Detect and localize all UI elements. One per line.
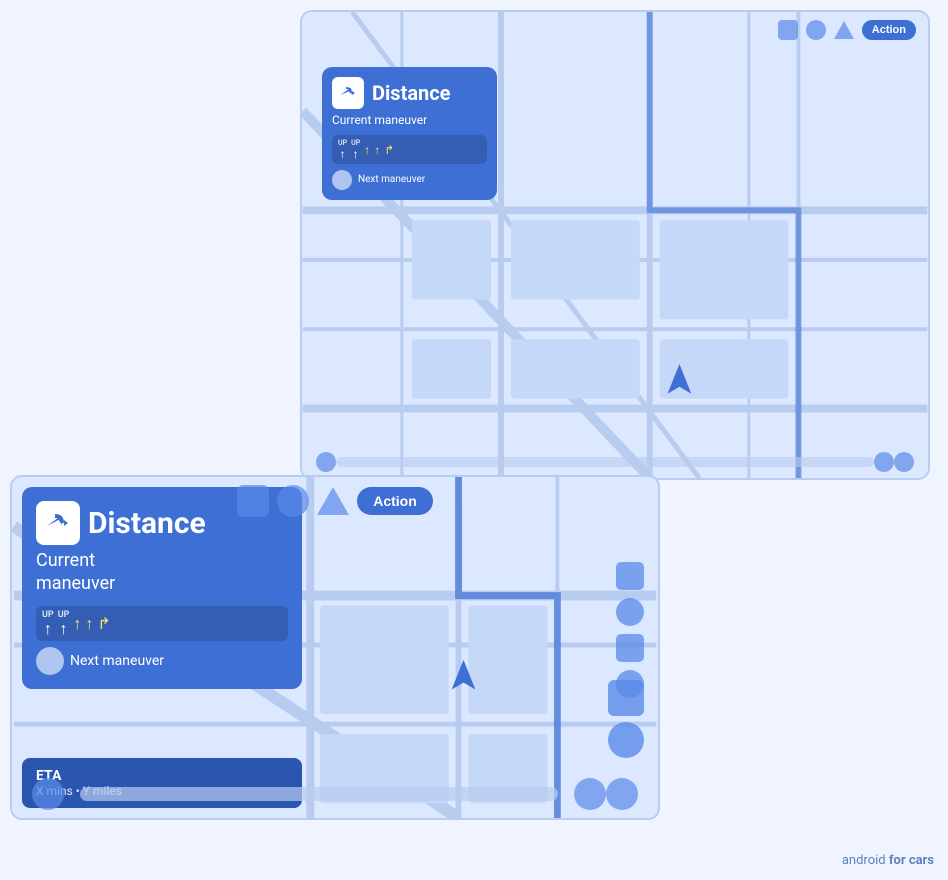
bottom-bar-large xyxy=(12,770,658,818)
next-maneuver-row-large: Next maneuver xyxy=(36,647,288,675)
lane-arrow-2-small: ↑ xyxy=(353,148,359,160)
next-maneuver-row-small: Next maneuver xyxy=(332,170,487,190)
lane-arrow-3-large: ↑ xyxy=(73,616,81,632)
bottom-bar-pill-large xyxy=(80,787,558,801)
bottom-bar-pill-small xyxy=(336,457,874,467)
watermark: android for cars xyxy=(842,853,934,868)
right-square-icon-2[interactable] xyxy=(616,634,644,662)
lane-arrow-2-large: ↑ xyxy=(60,621,68,637)
lane-arrow-5-small: ↱ xyxy=(384,144,394,156)
small-screen-action-button[interactable]: Action xyxy=(862,20,916,40)
lane-4-small: ↑ xyxy=(374,143,380,156)
lane-arrow-3-small: ↑ xyxy=(364,144,370,156)
lanes-row-large: UP ↑ UP ↑ ↑ ↑ ↱ xyxy=(36,606,288,641)
large-screen: Action Distance Currentmaneuver UP ↑ UP … xyxy=(10,475,660,820)
lane-3-small: ↑ xyxy=(364,143,370,156)
large-screen-action-button[interactable]: Action xyxy=(357,487,433,515)
bottom-bar-small xyxy=(302,446,928,478)
lane-label-1-small: UP xyxy=(338,139,347,147)
lane-arrow-1-large: ↑ xyxy=(44,621,52,637)
right-circle-icon-1[interactable] xyxy=(616,598,644,626)
bottom-circle-1-small[interactable] xyxy=(316,452,336,472)
lanes-row-small: UP ↑ UP ↑ ↑ ↑ ↱ xyxy=(332,135,487,164)
distance-row-small: Distance xyxy=(332,77,487,109)
bottom-circle-2-small[interactable] xyxy=(874,452,894,472)
small-screen-square-icon[interactable] xyxy=(778,20,798,40)
watermark-text-bold: for cars xyxy=(889,853,934,868)
maneuver-text-large: Currentmaneuver xyxy=(36,549,288,596)
lane-3-large: ↑ xyxy=(73,615,81,632)
next-maneuver-text-large: Next maneuver xyxy=(70,653,164,669)
lane-1-small: UP ↑ xyxy=(338,139,347,160)
maneuver-text-small: Current maneuver xyxy=(332,113,487,129)
next-maneuver-text-small: Next maneuver xyxy=(358,174,425,185)
lane-arrow-5-large: ↱ xyxy=(97,616,110,632)
turn-icon-small xyxy=(332,77,364,109)
mini-circle-icon[interactable] xyxy=(608,722,644,758)
lane-arrow-1-small: ↑ xyxy=(340,148,346,160)
bottom-right-mini-icons xyxy=(608,680,644,758)
small-screen-circle-icon[interactable] xyxy=(806,20,826,40)
next-maneuver-dot-large xyxy=(36,647,64,675)
large-screen-circle-icon[interactable] xyxy=(277,485,309,517)
next-maneuver-dot-small xyxy=(332,170,352,190)
bottom-circle-2-large[interactable] xyxy=(574,778,606,810)
right-square-icon-1[interactable] xyxy=(616,562,644,590)
lane-5-large: ↱ xyxy=(97,615,110,632)
top-bar-small: Action xyxy=(302,12,928,48)
large-screen-triangle-icon[interactable] xyxy=(317,487,349,515)
bottom-circle-3-small[interactable] xyxy=(894,452,914,472)
top-bar-large: Action xyxy=(12,477,658,525)
right-side-icons xyxy=(616,562,644,698)
lane-label-2-small: UP xyxy=(351,139,360,147)
lane-2-small: UP ↑ xyxy=(351,139,360,160)
lane-1-large: UP ↑ xyxy=(42,610,54,637)
lane-arrow-4-large: ↑ xyxy=(85,616,93,632)
lane-2-large: UP ↑ xyxy=(58,610,70,637)
distance-text-small: Distance xyxy=(372,81,450,105)
lane-arrow-4-small: ↑ xyxy=(374,144,380,156)
bottom-circle-3-large[interactable] xyxy=(606,778,638,810)
small-screen: Action Distance Current maneuver UP ↑ UP… xyxy=(300,10,930,480)
watermark-text-normal: android xyxy=(842,853,889,868)
mini-square-icon[interactable] xyxy=(608,680,644,716)
large-screen-square-icon[interactable] xyxy=(237,485,269,517)
lane-4-large: ↑ xyxy=(85,615,93,632)
small-screen-triangle-icon[interactable] xyxy=(834,21,854,39)
lane-5-small: ↱ xyxy=(384,143,394,156)
nav-card-small: Distance Current maneuver UP ↑ UP ↑ ↑ ↑ xyxy=(322,67,497,200)
bottom-circle-1-large[interactable] xyxy=(32,778,64,810)
